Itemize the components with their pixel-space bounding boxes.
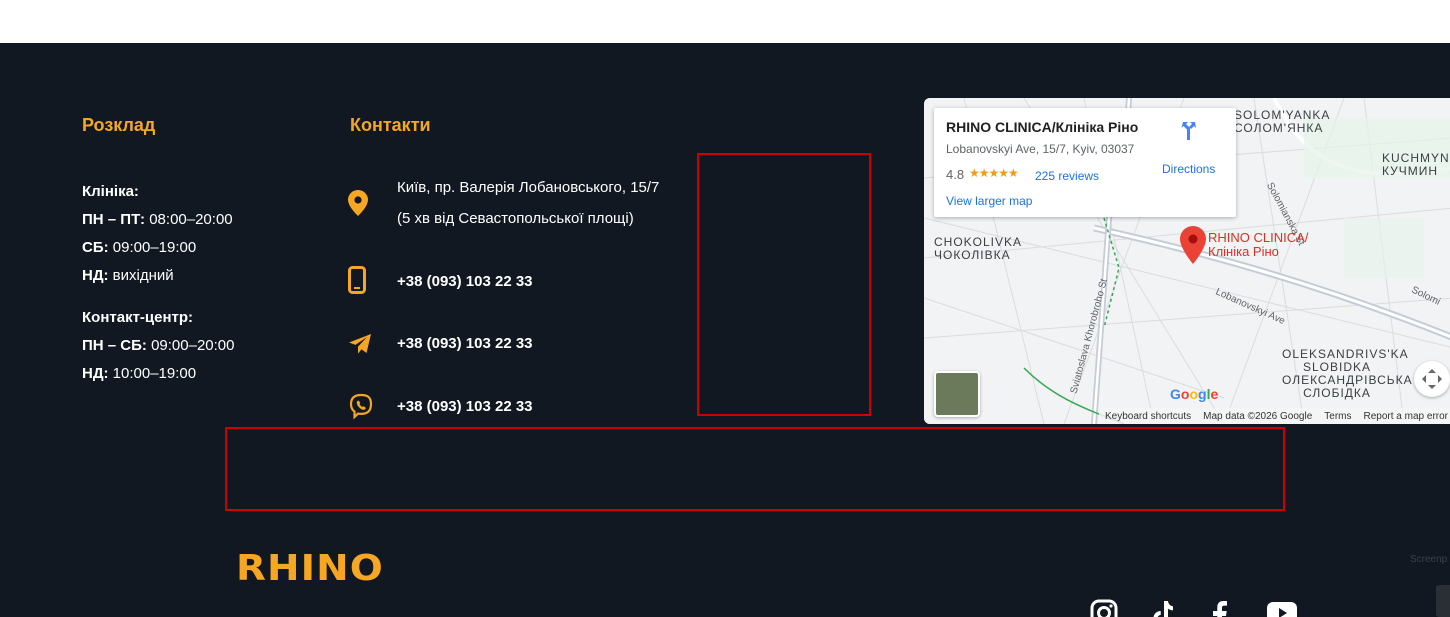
address-line-2: (5 хв від Севастопольської площі) [397,210,634,227]
facebook-icon[interactable] [1210,599,1228,617]
top-white-bar [0,0,1450,43]
side-widget-edge[interactable] [1436,585,1450,617]
schedule-line: НД: вихідний [82,267,174,284]
instagram-icon[interactable] [1090,599,1118,617]
telegram-icon [348,333,372,360]
directions-icon[interactable] [1178,120,1200,147]
viber-link[interactable]: +38 (093) 103 22 33 [397,398,533,415]
clinic-schedule: Клініка: ПН – ПТ: 08:00–20:00 СБ: 09:00–… [82,178,233,290]
embedded-map[interactable]: SOLOM'YANKA СОЛОМ'ЯНКА KUCHMYN КУЧМИН CHOK… [924,98,1450,424]
phone-link[interactable]: +38 (093) 103 22 33 [397,273,533,290]
map-pin-icon[interactable] [1180,226,1206,269]
directions-link[interactable]: Directions [1162,162,1215,176]
report-error-link[interactable]: Report a map error [1364,411,1448,422]
contacts-heading: Контакти [350,115,431,135]
map-area-label: CHOKOLIVKA ЧОКОЛІВКА [934,235,1023,262]
highlight-box-vertical [697,153,871,416]
schedule-heading: Розклад [82,115,156,135]
satellite-toggle[interactable] [934,371,980,417]
contact-center-schedule: Контакт-центр: ПН – СБ: 09:00–20:00 НД: … [82,304,235,388]
site-footer: Розклад Клініка: ПН – ПТ: 08:00–20:00 СБ… [0,43,1450,617]
map-area-label: SOLOM'YANKA СОЛОМ'ЯНКА [1234,108,1331,135]
map-place-address: Lobanovskyi Ave, 15/7, Kyiv, 03037 [946,142,1135,156]
keyboard-shortcuts-link[interactable]: Keyboard shortcuts [1105,411,1191,422]
phone-icon [348,266,366,299]
map-rating: 4.8 [946,167,965,182]
screenshot-overlay-text: Screenp [1410,554,1448,565]
terms-link[interactable]: Terms [1324,411,1351,422]
map-fullscreen-button[interactable] [1414,361,1450,397]
rhino-logo[interactable]: RHINO [236,551,384,587]
viber-icon [348,393,374,424]
google-logo: Google [1170,386,1219,402]
telegram-link[interactable]: +38 (093) 103 22 33 [397,335,533,352]
schedule-line: СБ: 09:00–19:00 [82,239,197,256]
address-line-1: Київ, пр. Валерія Лобановського, 15/7 [397,179,660,196]
map-place-name: RHINO CLINICA/Клініка Ріно [946,119,1139,135]
youtube-icon[interactable] [1266,599,1298,617]
map-place-card: RHINO CLINICA/Клініка Ріно Lobanovskyi A… [934,108,1236,217]
map-pin-label: RHINO CLINICA/Клініка Ріно [1208,230,1309,259]
tiktok-icon[interactable] [1150,599,1176,617]
map-data-text: Map data ©2026 Google [1203,410,1313,422]
view-larger-map-link[interactable]: View larger map [946,194,1032,208]
clinic-title: Клініка: [82,183,139,200]
fullscreen-icon [1422,369,1442,389]
highlight-box-horizontal [225,427,1285,511]
map-attribution-bar: Keyboard shortcuts Map data ©2026 Google… [1098,408,1450,424]
schedule-line: ПН – СБ: 09:00–20:00 [82,337,235,354]
schedule-line: НД: 10:00–19:00 [82,365,197,382]
map-area-label: OLEKSANDRIVS'KA SLOBIDKA ОЛЕКСАНДРІВСЬКА С… [1282,347,1413,400]
contact-center-title: Контакт-центр: [82,309,194,326]
map-area-label: KUCHMYN КУЧМИН [1382,151,1450,178]
location-pin-icon [348,190,368,221]
star-rating-icon: ★★★★★ [969,166,1019,180]
map-reviews-link[interactable]: 225 reviews [1035,169,1099,183]
schedule-line: ПН – ПТ: 08:00–20:00 [82,211,233,228]
